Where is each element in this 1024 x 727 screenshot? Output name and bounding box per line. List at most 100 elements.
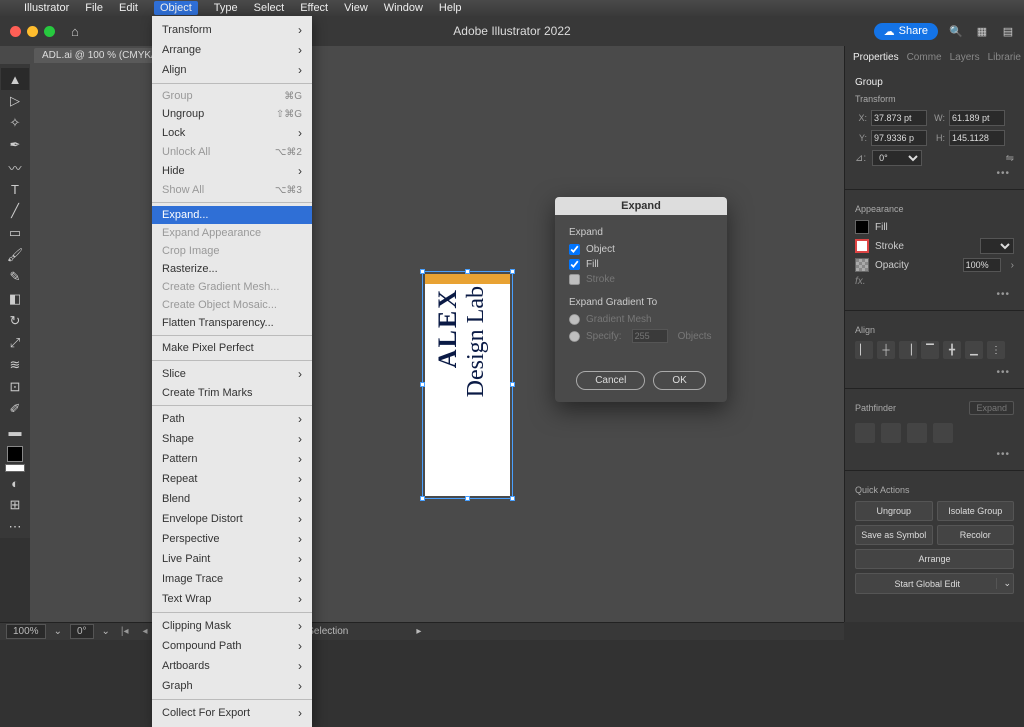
screen-mode-icon[interactable]: ⊞ [1,494,29,516]
menu-item-perspective[interactable]: Perspective [152,529,312,549]
gradient-tool[interactable]: ▬ [1,420,29,442]
direct-selection-tool[interactable]: ▷ [1,90,29,112]
menu-item-pattern[interactable]: Pattern [152,449,312,469]
menu-item-align[interactable]: Align [152,60,312,80]
rotate-tool[interactable]: ↻ [1,310,29,332]
eyedropper-tool[interactable]: ✐ [1,398,29,420]
menu-type[interactable]: Type [214,2,238,14]
artboard[interactable]: ALEX Design Lab [425,274,510,496]
ungroup-button[interactable]: Ungroup [855,501,933,521]
workspace-icon[interactable]: ▤ [1000,23,1016,39]
align-right-icon[interactable]: ▕ [899,341,917,359]
flip-h-icon[interactable]: ⇋ [1006,153,1014,164]
paintbrush-tool[interactable]: 🖌 [1,244,29,266]
menu-item-path[interactable]: Path [152,409,312,429]
align-top-icon[interactable]: ▔ [921,341,939,359]
menu-item-artboards[interactable]: Artboards [152,656,312,676]
menu-item-collect-for-export[interactable]: Collect For Export [152,703,312,723]
stroke-swatch[interactable] [855,239,869,253]
play-icon[interactable]: ▸ [416,626,421,637]
ok-button[interactable]: OK [653,371,705,390]
rotate-input[interactable]: 0° [872,150,922,166]
rotate-chevron-icon[interactable]: ⌄ [102,626,110,637]
first-artboard-icon[interactable]: |◂ [118,626,132,637]
arrange-docs-icon[interactable]: ▦ [974,23,990,39]
menu-item-rasterize-[interactable]: Rasterize... [152,260,312,278]
zoom-chevron-icon[interactable]: ⌄ [54,626,62,637]
pathfinder-minus-icon[interactable] [881,423,901,443]
menu-item-clipping-mask[interactable]: Clipping Mask [152,616,312,636]
menu-item-hide[interactable]: Hide [152,161,312,181]
rotate-view[interactable]: 0° [70,624,94,639]
opacity-input[interactable] [963,258,1001,272]
selection-tool[interactable]: ▲ [1,68,29,90]
save-symbol-button[interactable]: Save as Symbol [855,525,933,545]
more-transform-icon[interactable]: ••• [855,166,1014,181]
panel-tab-layers[interactable]: Layers [950,52,980,63]
align-hcenter-icon[interactable]: ┼ [877,341,895,359]
menu-select[interactable]: Select [254,2,285,14]
rectangle-tool[interactable]: ▭ [1,222,29,244]
menu-view[interactable]: View [344,2,368,14]
menu-item-blend[interactable]: Blend [152,489,312,509]
fill-stroke-swatch[interactable] [7,446,23,462]
menu-item-compound-path[interactable]: Compound Path [152,636,312,656]
prev-artboard-icon[interactable]: ◂ [140,626,151,637]
menu-item-make-pixel-perfect[interactable]: Make Pixel Perfect [152,339,312,357]
menu-item-graph[interactable]: Graph [152,676,312,696]
align-bottom-icon[interactable]: ▁ [965,341,983,359]
scale-tool[interactable]: ⤢ [1,332,29,354]
fill-swatch[interactable] [855,220,869,234]
stroke-weight-input[interactable] [980,238,1014,254]
menu-item-shape[interactable]: Shape [152,429,312,449]
object-checkbox-row[interactable]: Object [569,244,713,255]
pathfinder-intersect-icon[interactable] [907,423,927,443]
arrange-button[interactable]: Arrange [855,549,1014,569]
menu-effect[interactable]: Effect [300,2,328,14]
minimize-window[interactable] [27,26,38,37]
width-tool[interactable]: ≋ [1,354,29,376]
panel-tab-comments[interactable]: Comme [907,52,942,63]
menu-illustrator[interactable]: Illustrator [24,2,69,14]
menu-item-transform[interactable]: Transform [152,20,312,40]
shaper-tool[interactable]: ✎ [1,266,29,288]
fill-checkbox[interactable] [569,259,580,270]
start-global-edit-button[interactable]: Start Global Edit⌄ [855,573,1014,594]
search-icon[interactable]: 🔍 [948,23,964,39]
pathfinder-exclude-icon[interactable] [933,423,953,443]
menu-item-flatten-transparency-[interactable]: Flatten Transparency... [152,314,312,332]
magic-wand-tool[interactable]: ✧ [1,112,29,134]
pen-tool[interactable]: ✒ [1,134,29,156]
pathfinder-expand-button[interactable]: Expand [969,401,1014,415]
recolor-button[interactable]: Recolor [937,525,1015,545]
menu-item-ungroup[interactable]: Ungroup⇧⌘G [152,105,312,123]
cancel-button[interactable]: Cancel [576,371,645,390]
isolate-group-button[interactable]: Isolate Group [937,501,1015,521]
color-mode-swatch[interactable] [5,464,25,472]
y-input[interactable] [871,130,927,146]
align-vcenter-icon[interactable]: ╋ [943,341,961,359]
menu-item-lock[interactable]: Lock [152,123,312,143]
menu-item-image-trace[interactable]: Image Trace [152,569,312,589]
align-distribute-icon[interactable]: ⋮ [987,341,1005,359]
menu-item-arrange[interactable]: Arrange [152,40,312,60]
menu-item-envelope-distort[interactable]: Envelope Distort [152,509,312,529]
line-tool[interactable]: ╱ [1,200,29,222]
more-appearance-icon[interactable]: ••• [855,287,1014,302]
zoom-level[interactable]: 100% [6,624,46,639]
free-transform-tool[interactable]: ⊡ [1,376,29,398]
panel-tab-libraries[interactable]: Librarie [988,52,1021,63]
x-input[interactable] [871,110,927,126]
panel-tab-properties[interactable]: Properties [853,52,899,63]
menu-item-repeat[interactable]: Repeat [152,469,312,489]
menu-help[interactable]: Help [439,2,462,14]
selection-bounding-box[interactable] [422,271,513,499]
eraser-tool[interactable]: ◧ [1,288,29,310]
menu-item-text-wrap[interactable]: Text Wrap [152,589,312,609]
menu-item-create-trim-marks[interactable]: Create Trim Marks [152,384,312,402]
h-input[interactable] [949,130,1005,146]
close-window[interactable] [10,26,21,37]
draw-mode-icon[interactable]: ◐ [1,472,29,494]
share-button[interactable]: ☁Share [874,23,938,40]
opacity-swatch[interactable] [855,258,869,272]
